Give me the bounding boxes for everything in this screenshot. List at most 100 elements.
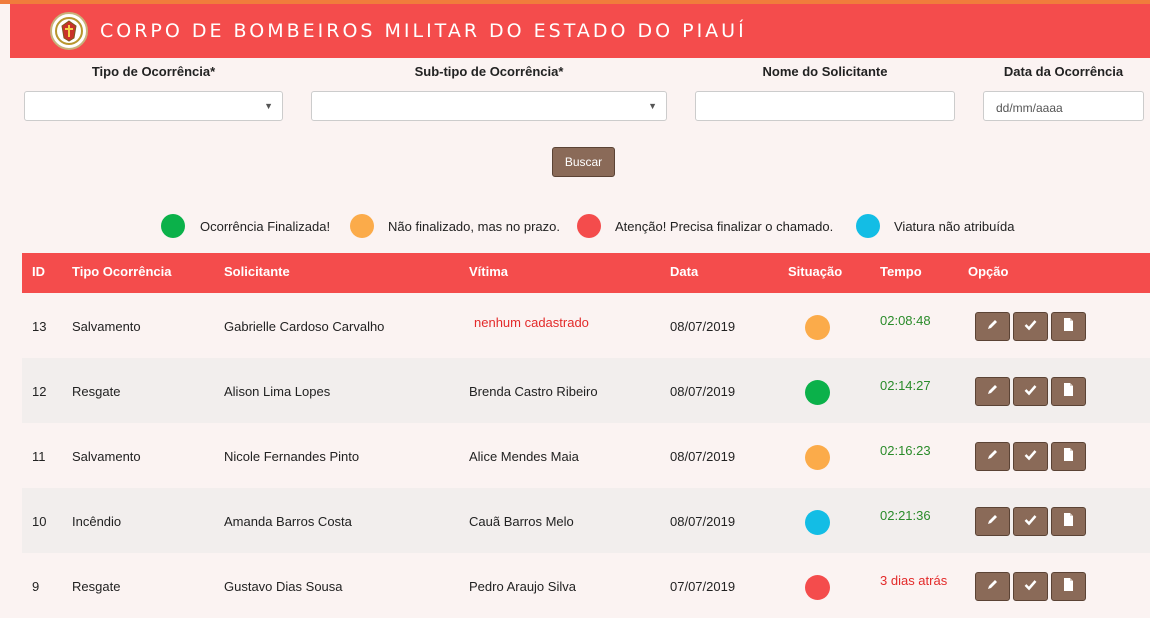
col-header-vitima: Vítima: [469, 264, 509, 279]
legend-dot-orange: [350, 214, 374, 238]
legend-dot-green: [161, 214, 185, 238]
pencil-icon: [986, 383, 999, 401]
status-indicator: [805, 575, 830, 600]
col-header-id: ID: [32, 264, 45, 279]
legend-dot-blue: [856, 214, 880, 238]
check-icon: [1024, 513, 1037, 531]
cell-data: 08/07/2019: [670, 449, 736, 464]
report-button[interactable]: [1051, 312, 1086, 341]
status-indicator: [805, 315, 830, 340]
file-icon: [1063, 447, 1074, 466]
pencil-icon: [986, 318, 999, 336]
status-indicator: [805, 510, 830, 535]
table-row: 9 Resgate Gustavo Dias Sousa Pedro Araujo S…: [22, 553, 1150, 618]
cell-tipo: Incêndio: [72, 514, 122, 529]
col-header-solicitante: Solicitante: [224, 264, 290, 279]
cell-vitima: nenhum cadastrado: [474, 315, 589, 330]
legend-label-finalizada: Ocorrência Finalizada!: [200, 219, 331, 234]
file-icon: [1063, 382, 1074, 401]
edit-button[interactable]: [975, 377, 1010, 406]
cell-tipo: Salvamento: [72, 449, 141, 464]
cell-tempo: 02:21:36: [880, 508, 931, 523]
col-header-opcao: Opção: [968, 264, 1009, 279]
table-row: 13 Salvamento Gabrielle Cardoso Carvalho ne…: [22, 293, 1150, 358]
cell-tempo: 3 dias atrás: [880, 573, 948, 588]
dropdown-arrow-icon: ▼: [648, 101, 657, 111]
app-header: CORPO DE BOMBEIROS MILITAR DO ESTADO DO …: [10, 4, 1150, 58]
fire-department-emblem-icon: [50, 12, 88, 50]
cell-solicitante: Alison Lima Lopes: [224, 384, 331, 399]
cell-tempo: 02:08:48: [880, 313, 931, 328]
cell-solicitante: Nicole Fernandes Pinto: [224, 449, 360, 464]
row-options: [975, 377, 1086, 406]
finalize-button[interactable]: [1013, 572, 1048, 601]
nome-solicitante-input[interactable]: [695, 91, 955, 121]
pencil-icon: [986, 448, 999, 466]
cell-vitima: Brenda Castro Ribeiro: [469, 384, 598, 399]
pencil-icon: [986, 578, 999, 596]
cell-vitima: Pedro Araujo Silva: [469, 579, 576, 594]
cell-data: 08/07/2019: [670, 384, 736, 399]
page-title: CORPO DE BOMBEIROS MILITAR DO ESTADO DO …: [100, 20, 747, 42]
finalize-button[interactable]: [1013, 312, 1048, 341]
table-row: 12 Resgate Alison Lima Lopes Brenda Castro …: [22, 358, 1150, 423]
tipo-ocorrencia-label: Tipo de Ocorrência*: [91, 64, 216, 79]
cell-solicitante: Amanda Barros Costa: [224, 514, 352, 529]
legend-label-atencao: Atenção! Precisa finalizar o chamado.: [615, 219, 834, 234]
cell-vitima: Cauã Barros Melo: [469, 514, 574, 529]
search-button[interactable]: Buscar: [552, 147, 615, 177]
cell-tempo: 02:14:27: [880, 378, 931, 393]
data-ocorrencia-input[interactable]: dd/mm/aaaa: [983, 91, 1144, 121]
check-icon: [1024, 318, 1037, 336]
check-icon: [1024, 448, 1037, 466]
table-row: 11 Salvamento Nicole Fernandes Pinto Alice …: [22, 423, 1150, 488]
report-button[interactable]: [1051, 507, 1086, 536]
legend-label-viatura: Viatura não atribuída: [894, 219, 1015, 234]
report-button[interactable]: [1051, 572, 1086, 601]
cell-data: 08/07/2019: [670, 514, 736, 529]
data-ocorrencia-label: Data da Ocorrência: [1003, 64, 1124, 79]
edit-button[interactable]: [975, 507, 1010, 536]
table-row: 10 Incêndio Amanda Barros Costa Cauã Barros…: [22, 488, 1150, 553]
cell-id: 13: [32, 319, 47, 334]
cell-id: 12: [32, 384, 47, 399]
subtipo-ocorrencia-label: Sub-tipo de Ocorrência*: [414, 64, 564, 79]
report-button[interactable]: [1051, 442, 1086, 471]
file-icon: [1063, 512, 1074, 531]
cell-vitima: Alice Mendes Maia: [469, 449, 579, 464]
cell-tipo: Resgate: [72, 579, 121, 594]
edit-button[interactable]: [975, 312, 1010, 341]
legend-label-no-prazo: Não finalizado, mas no prazo.: [388, 219, 560, 234]
cell-tipo: Resgate: [72, 384, 121, 399]
nome-solicitante-label: Nome do Solicitante: [762, 64, 888, 79]
cell-solicitante: Gabrielle Cardoso Carvalho: [224, 319, 385, 334]
subtipo-ocorrencia-select[interactable]: ▼: [311, 91, 667, 121]
dropdown-arrow-icon: ▼: [264, 101, 273, 111]
cell-tempo: 02:16:23: [880, 443, 931, 458]
finalize-button[interactable]: [1013, 377, 1048, 406]
row-options: [975, 442, 1086, 471]
cell-id: 11: [32, 449, 46, 464]
finalize-button[interactable]: [1013, 442, 1048, 471]
legend-dot-red: [577, 214, 601, 238]
status-indicator: [805, 380, 830, 405]
report-button[interactable]: [1051, 377, 1086, 406]
row-options: [975, 572, 1086, 601]
cell-id: 10: [32, 514, 47, 529]
cell-id: 9: [32, 579, 40, 594]
finalize-button[interactable]: [1013, 507, 1048, 536]
col-header-situacao: Situação: [788, 264, 843, 279]
row-options: [975, 507, 1086, 536]
status-legend: Ocorrência Finalizada! Não finalizado, m…: [0, 214, 1150, 240]
edit-button[interactable]: [975, 572, 1010, 601]
date-placeholder: dd/mm/aaaa: [996, 101, 1063, 115]
col-header-data: Data: [670, 264, 699, 279]
check-icon: [1024, 578, 1037, 596]
tipo-ocorrencia-select[interactable]: ▼: [24, 91, 283, 121]
status-indicator: [805, 445, 830, 470]
cell-data: 08/07/2019: [670, 319, 736, 334]
cell-tipo: Salvamento: [72, 319, 141, 334]
edit-button[interactable]: [975, 442, 1010, 471]
pencil-icon: [986, 513, 999, 531]
file-icon: [1063, 577, 1074, 596]
